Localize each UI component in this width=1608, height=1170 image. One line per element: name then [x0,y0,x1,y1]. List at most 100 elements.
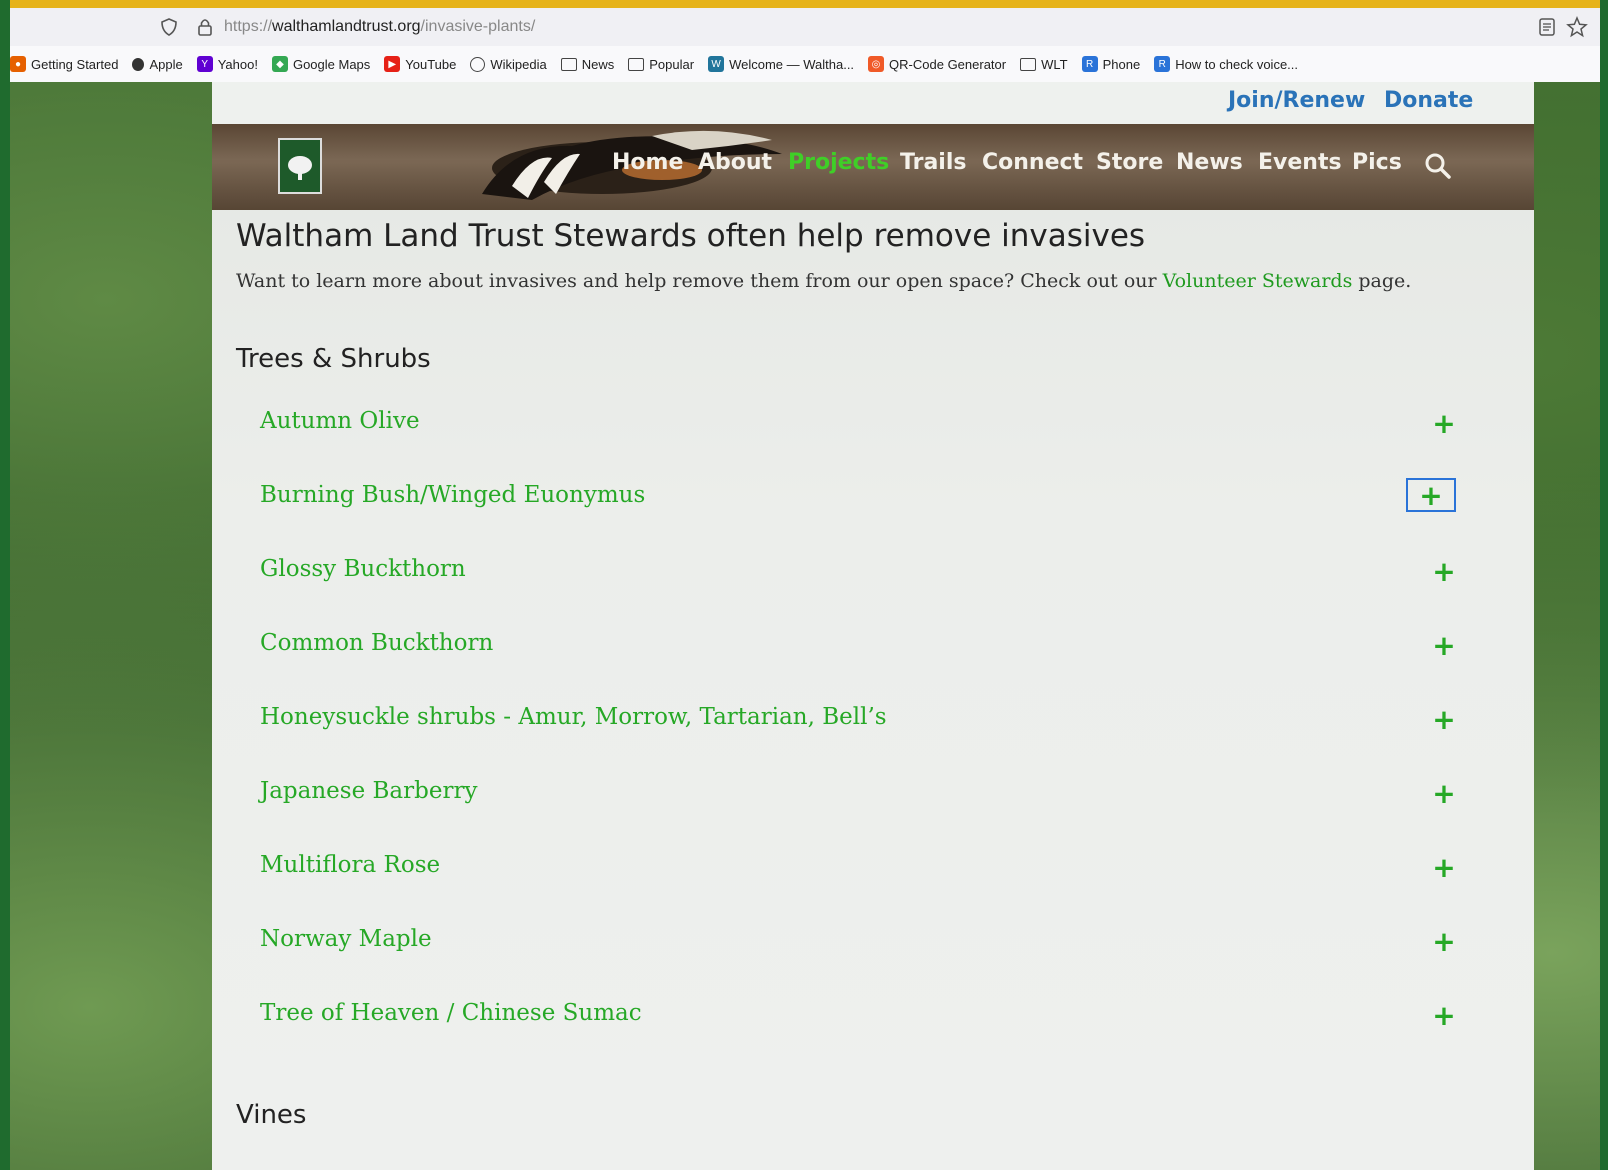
nav-news[interactable]: News [1176,150,1243,175]
accordion-title[interactable]: Multiflora Rose [260,852,440,878]
expand-plus-icon[interactable]: + [1432,632,1456,660]
globe-icon [470,56,486,72]
bookmark-9[interactable]: ◎ QR-Code Generator [868,56,1006,72]
nav-home[interactable]: Home [612,150,683,175]
bookmark-label: Popular [649,56,695,72]
bookmark-label: Yahoo! [217,56,258,72]
nav-about[interactable]: About [698,150,772,175]
bookmark-label: Wikipedia [490,56,547,72]
url-text[interactable]: https://walthamlandtrust.org/invasive-pl… [224,18,535,36]
accordion-item[interactable]: Tree of Heaven / Chinese Sumac + [212,986,1534,1046]
section-heading: Vines [236,1100,307,1130]
expand-plus-icon[interactable]: + [1432,854,1456,882]
accordion-item[interactable]: Autumn Olive + [212,394,1534,454]
wordpress-icon: W [708,56,725,72]
main-navigation: Home About Projects Trails Connect Store… [212,124,1534,210]
bookmark-label: YouTube [405,56,457,72]
accordion-title[interactable]: Japanese Barberry [260,778,477,804]
donate-link[interactable]: Donate [1384,88,1473,113]
bookmark-12[interactable]: R How to check voice... [1154,56,1298,72]
accordion-item[interactable]: Honeysuckle shrubs - Amur, Morrow, Tarta… [212,690,1534,750]
accordion-title[interactable]: Glossy Buckthorn [260,556,466,582]
url-scheme: https:// [224,18,273,35]
bookmark-4[interactable]: ▶ YouTube [384,56,456,72]
firefox-icon: ● [10,56,26,72]
reader-view-icon[interactable] [1538,17,1556,37]
window-frame-right [1600,0,1608,1170]
nav-events[interactable]: Events [1258,150,1342,175]
accordion-item[interactable]: Japanese Barberry + [212,764,1534,824]
folder-icon [1020,57,1037,71]
bookmark-10[interactable]: WLT [1020,56,1068,72]
expand-plus-icon[interactable]: + [1432,1002,1456,1030]
maps-icon: ◆ [271,56,288,72]
lock-icon[interactable] [196,17,214,37]
url-host: walthamlandtrust.org [272,18,421,35]
bookmark-0[interactable]: ● Getting Started [10,56,118,72]
nav-pics[interactable]: Pics [1352,150,1402,175]
join-renew-link[interactable]: Join/Renew [1228,88,1365,113]
nav-connect[interactable]: Connect [982,150,1083,175]
accordion-item[interactable]: Burning Bush/Winged Euonymus + [212,468,1534,528]
bookmark-11[interactable]: R Phone [1081,56,1141,72]
bookmark-2[interactable]: Y Yahoo! [196,56,258,72]
bookmark-1[interactable]: Apple [132,57,183,72]
bookmark-label: Google Maps [292,56,371,72]
yahoo-icon: Y [196,56,213,72]
bookmark-label: Welcome — Waltha... [729,56,855,72]
bookmark-6[interactable]: News [560,56,615,72]
bookmark-8[interactable]: W Welcome — Waltha... [708,56,854,72]
bookmark-5[interactable]: Wikipedia [470,56,547,72]
expand-plus-icon[interactable]: + [1406,478,1456,512]
waltham-land-trust-logo[interactable] [278,138,322,194]
accordion-title[interactable]: Norway Maple [260,926,432,952]
accordion-item[interactable]: Common Buckthorn + [212,616,1534,676]
nav-projects[interactable]: Projects [788,150,889,175]
accordion-item[interactable]: Glossy Buckthorn + [212,542,1534,602]
expand-plus-icon[interactable]: + [1432,558,1456,586]
folder-icon [560,57,577,71]
bookmarks-bar: ● Getting Started Apple Y Yahoo! ◆ Google Maps… [10,46,1600,83]
window-frame-left [0,0,10,1170]
accordion-title[interactable]: Tree of Heaven / Chinese Sumac [260,1000,642,1026]
tree-logo-icon [288,156,312,180]
r-icon: R [1081,56,1098,72]
expand-plus-icon[interactable]: + [1432,928,1456,956]
top-utility-bar: Join/Renew Donate [212,82,1534,124]
nav-trails[interactable]: Trails [900,150,966,175]
bookmark-label: WLT [1041,56,1068,72]
bookmark-label: Getting Started [31,56,119,72]
accordion-title[interactable]: Common Buckthorn [260,630,493,656]
qr-icon: ◎ [868,56,885,72]
r-icon: R [1154,56,1171,72]
volunteer-stewards-link[interactable]: Volunteer Stewards [1163,270,1353,292]
expand-plus-icon[interactable]: + [1432,706,1456,734]
bookmark-label: How to check voice... [1175,56,1299,72]
bookmark-star-icon[interactable] [1566,16,1588,38]
bookmark-7[interactable]: Popular [628,57,694,72]
bookmark-label: News [581,56,615,72]
search-icon[interactable] [1424,152,1452,180]
bookmark-label: Phone [1102,56,1141,72]
page-content: Join/Renew Donate Home About Projects Tr… [212,82,1534,1170]
folder-icon [628,57,645,71]
accordion-title[interactable]: Honeysuckle shrubs - Amur, Morrow, Tarta… [260,704,887,730]
window-frame-top [0,0,1608,8]
accordion-item[interactable]: Multiflora Rose + [212,838,1534,898]
intro-text: Want to learn more about invasives and h… [236,270,1163,292]
accordion-item[interactable]: Norway Maple + [212,912,1534,972]
expand-plus-icon[interactable]: + [1432,410,1456,438]
apple-icon [132,57,145,71]
expand-plus-icon[interactable]: + [1432,780,1456,808]
page-title: Waltham Land Trust Stewards often help r… [236,218,1146,254]
shield-icon[interactable] [160,18,178,36]
intro-suffix: page. [1352,270,1412,292]
accordion-title[interactable]: Autumn Olive [260,408,420,434]
section-heading: Trees & Shrubs [236,344,431,374]
bookmark-3[interactable]: ◆ Google Maps [271,56,371,72]
nav-store[interactable]: Store [1096,150,1163,175]
youtube-icon: ▶ [384,56,401,72]
browser-url-bar[interactable]: https://walthamlandtrust.org/invasive-pl… [10,8,1600,47]
accordion-title[interactable]: Burning Bush/Winged Euonymus [260,482,645,508]
url-path: /invasive-plants/ [420,18,536,35]
